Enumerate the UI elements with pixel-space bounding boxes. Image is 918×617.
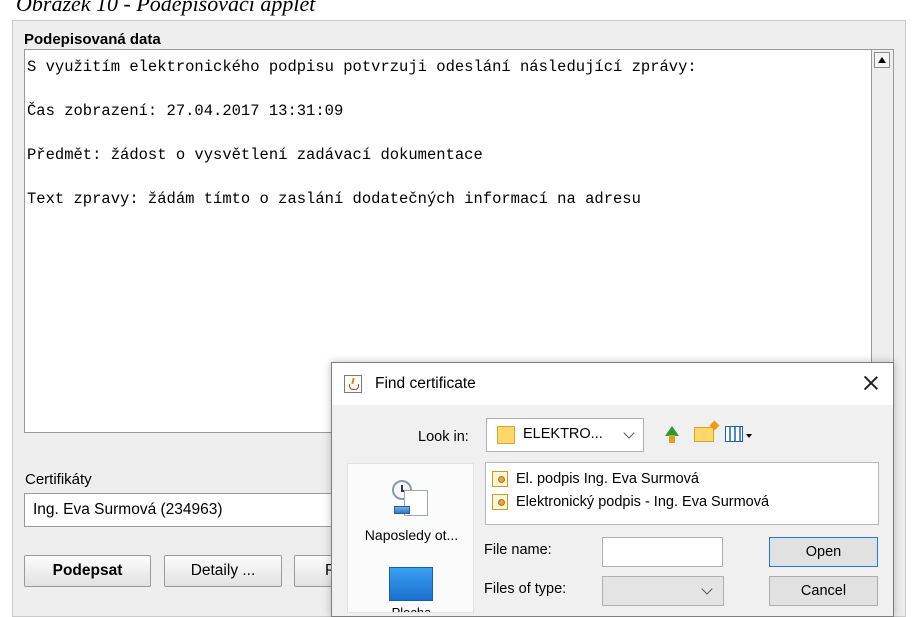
text-line [27,122,871,144]
list-item[interactable]: Elektronický podpis - Ing. Eva Surmová [486,491,878,514]
java-icon [344,375,362,393]
dialog-title: Find certificate [375,375,476,392]
files-of-type-label: Files of type: [484,581,567,597]
open-button[interactable]: Open [769,537,878,567]
file-list: El. podpis Ing. Eva Surmová Elektronický… [485,462,879,525]
find-certificate-dialog: Find certificate Look in: ELEKTRO... Nap… [331,362,894,617]
text-line [27,78,871,100]
certificate-file-icon [492,471,508,487]
figure-caption: Obrázek 10 - Podepisovací applet [16,0,316,16]
text-line: Předmět: žádost o vysvětlení zadávací do… [27,146,483,164]
text-line: S využitím elektronického podpisu potvrz… [27,58,697,76]
files-of-type-dropdown[interactable] [602,576,724,606]
new-folder-icon[interactable] [694,427,714,442]
look-in-label: Look in: [418,429,469,445]
sign-button[interactable]: Podepsat [24,555,151,587]
text-line [27,166,871,188]
places-bar: Naposledy ot... Plocha [347,463,474,613]
file-item-label: Elektronický podpis - Ing. Eva Surmová [516,494,770,510]
chevron-down-icon [623,427,635,439]
desktop-icon[interactable] [389,567,433,601]
certificate-file-icon [492,494,508,510]
look-in-value: ELEKTRO... [523,426,603,442]
scroll-up-arrow-icon[interactable] [874,52,890,68]
folder-icon [497,426,515,444]
file-name-label: File name: [484,542,552,558]
look-in-dropdown[interactable]: ELEKTRO... [486,418,644,452]
details-button[interactable]: Detaily ... [164,555,282,587]
recent-items-icon[interactable] [388,480,432,518]
file-item-label: El. podpis Ing. Eva Surmová [516,471,699,487]
list-item[interactable]: El. podpis Ing. Eva Surmová [486,468,878,491]
places-recent-label[interactable]: Naposledy ot... [348,527,473,543]
dialog-titlebar[interactable]: Find certificate [332,363,893,405]
certificates-label: Certifikáty [25,471,92,488]
file-name-input[interactable] [602,537,723,567]
places-desktop-label[interactable]: Plocha [348,605,473,612]
up-folder-icon[interactable] [662,424,684,444]
signed-data-title: Podepisovaná data [24,31,161,48]
chevron-down-icon [701,583,713,595]
view-menu-icon[interactable] [725,426,743,442]
cancel-button[interactable]: Cancel [769,576,878,606]
view-menu-arrow-icon[interactable] [746,434,752,438]
close-icon[interactable] [859,371,883,395]
text-line: Text zpravy: žádám tímto o zaslání dodat… [27,190,641,208]
text-line: Čas zobrazení: 27.04.2017 13:31:09 [27,102,344,120]
